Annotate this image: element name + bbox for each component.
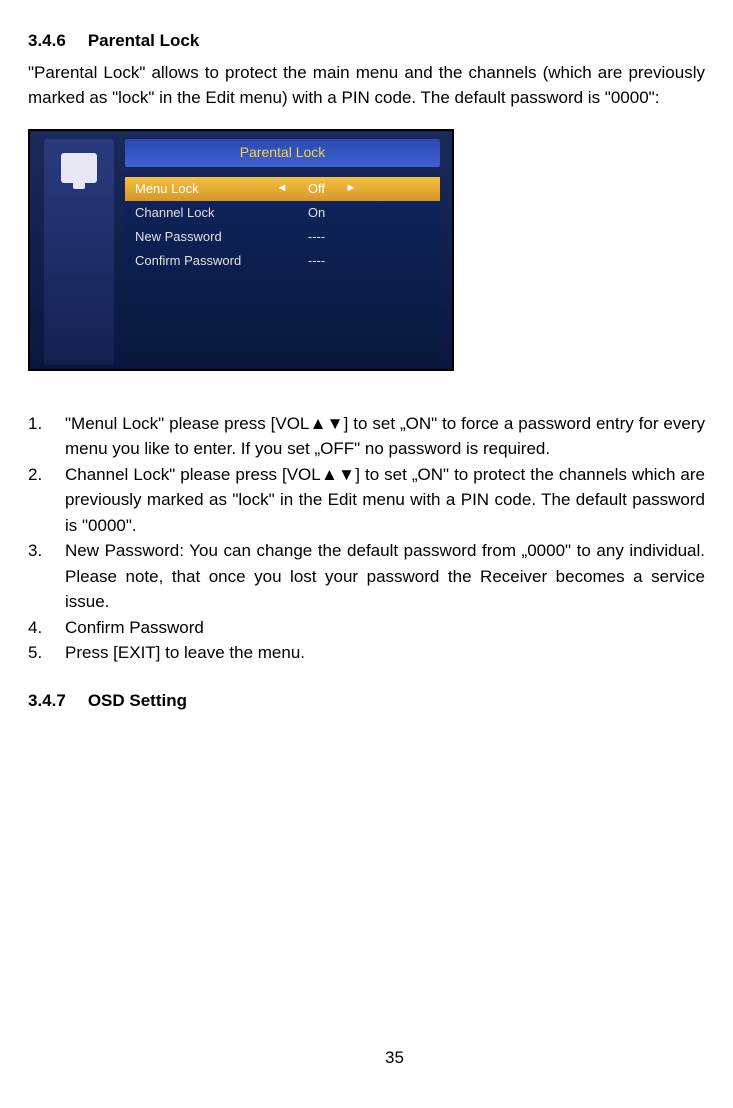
- step-1: "Menul Lock" please press [VOL▲▼] to set…: [65, 411, 705, 462]
- new-password-row: New Password ----: [125, 225, 440, 249]
- row-value: Off: [289, 179, 344, 199]
- section-title: OSD Setting: [88, 691, 187, 710]
- section-number: 3.4.7: [28, 688, 66, 714]
- row-value: ----: [289, 251, 344, 271]
- confirm-password-row: Confirm Password ----: [125, 249, 440, 273]
- screenshot-title: Parental Lock: [240, 142, 326, 163]
- instruction-list: "Menul Lock" please press [VOL▲▼] to set…: [28, 411, 705, 666]
- menu-lock-row: Menu Lock ◄ Off ►: [125, 177, 440, 201]
- channel-lock-row: Channel Lock On: [125, 201, 440, 225]
- row-value: ----: [289, 227, 344, 247]
- section-heading-osd: 3.4.7 OSD Setting: [28, 688, 705, 714]
- arrow-left-icon: ◄: [275, 180, 289, 197]
- step-4: Confirm Password: [65, 615, 705, 641]
- screenshot-titlebar: Parental Lock: [125, 139, 440, 167]
- section-heading-parental-lock: 3.4.6 Parental Lock: [28, 28, 705, 54]
- section-title: Parental Lock: [88, 31, 200, 50]
- row-label: Menu Lock: [135, 179, 275, 199]
- row-label: Confirm Password: [135, 251, 275, 271]
- row-label: Channel Lock: [135, 203, 275, 223]
- row-value: On: [289, 203, 344, 223]
- section-number: 3.4.6: [28, 28, 66, 54]
- step-3: New Password: You can change the default…: [65, 538, 705, 615]
- intro-paragraph: "Parental Lock" allows to protect the ma…: [28, 60, 705, 111]
- row-label: New Password: [135, 227, 275, 247]
- monitor-icon: [61, 153, 97, 183]
- step-2: Channel Lock" please press [VOL▲▼] to se…: [65, 462, 705, 539]
- screenshot-sidebar: [44, 139, 114, 365]
- parental-lock-screenshot: Parental Lock Menu Lock ◄ Off ► Channel …: [28, 129, 454, 371]
- screenshot-body: Menu Lock ◄ Off ► Channel Lock On New Pa…: [125, 173, 440, 363]
- step-5: Press [EXIT] to leave the menu.: [65, 640, 705, 666]
- arrow-right-icon: ►: [344, 180, 358, 197]
- page-number: 35: [28, 1045, 733, 1071]
